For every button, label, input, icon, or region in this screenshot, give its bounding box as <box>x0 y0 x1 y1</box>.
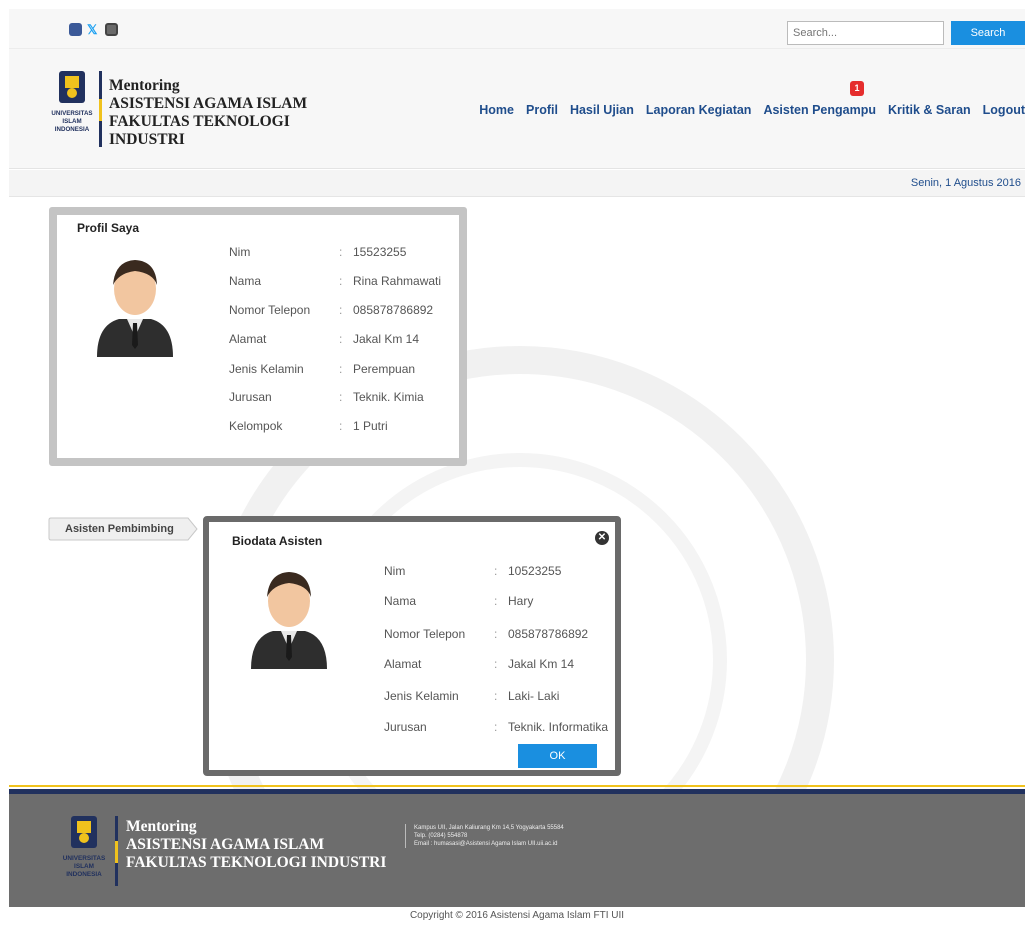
footer-brand-line-2: ASISTENSI AGAMA ISLAM <box>126 836 325 853</box>
svg-text:ISLAM: ISLAM <box>74 863 94 870</box>
asisten-tab-label: Asisten Pembimbing <box>65 523 174 535</box>
field-label: Nomor Telepon <box>229 303 311 317</box>
user-avatar <box>97 260 173 357</box>
twitter-icon[interactable]: 𝕏 <box>87 23 100 36</box>
nav-asisten-pengampu[interactable]: Asisten Pengampu <box>763 103 876 117</box>
field-value: Rina Rahmawati <box>353 274 442 288</box>
ok-button[interactable]: OK <box>518 744 597 768</box>
footer: UNIVERSITAS ISLAM INDONESIA Mentoring AS… <box>9 794 1025 907</box>
footer-university-logo[interactable]: UNIVERSITAS ISLAM INDONESIA <box>59 816 109 892</box>
nav-profil[interactable]: Profil <box>526 103 558 117</box>
field-value: 1 Putri <box>353 419 388 433</box>
asisten-pembimbing-tab[interactable]: Asisten Pembimbing <box>48 517 200 541</box>
main-nav: Home Profil Hasil Ujian Laporan Kegiatan… <box>479 103 1025 117</box>
profile-title: Profil Saya <box>77 221 140 235</box>
brand-line-3: FAKULTAS TEKNOLOGI <box>109 113 290 130</box>
field-label: Jurusan <box>384 720 427 734</box>
footer-contact: Kampus UII, Jalan Kaliurang Km 14,5 Yogy… <box>405 824 564 848</box>
nav-hasil-ujian[interactable]: Hasil Ujian <box>570 103 634 117</box>
search-input[interactable] <box>787 21 944 45</box>
brand-line-2: ASISTENSI AGAMA ISLAM <box>109 95 308 112</box>
footer-brand-line-3: FAKULTAS TEKNOLOGI INDUSTRI <box>126 854 387 871</box>
footer-email: Email : humasasi@Asistensi Agama Islam U… <box>414 841 558 847</box>
brand-title[interactable]: Mentoring ASISTENSI AGAMA ISLAM FAKULTAS… <box>109 77 307 149</box>
svg-text:ISLAM: ISLAM <box>62 118 81 125</box>
field-label: Alamat <box>384 657 422 671</box>
modal-title: Biodata Asisten <box>232 534 323 548</box>
search-button[interactable]: Search <box>951 21 1025 45</box>
close-icon[interactable]: ✕ <box>595 531 609 545</box>
footer-brand-title: Mentoring ASISTENSI AGAMA ISLAM FAKULTAS… <box>126 818 386 872</box>
university-logo[interactable]: UNIVERSITAS ISLAM INDONESIA <box>49 71 95 145</box>
social-links: 𝕏 <box>69 23 118 36</box>
field-value: Teknik. Kimia <box>353 390 424 404</box>
brand-line-4: INDUSTRI <box>109 131 185 148</box>
footer-brand-line-1: Mentoring <box>126 818 197 835</box>
field-label: Alamat <box>229 332 267 346</box>
field-value: 10523255 <box>508 564 562 578</box>
field-label: Nama <box>229 274 262 288</box>
field-label: Nim <box>229 245 251 259</box>
facebook-icon[interactable] <box>69 23 82 36</box>
field-label: Jenis Kelamin <box>384 689 459 703</box>
svg-text:INDONESIA: INDONESIA <box>55 126 90 133</box>
svg-text:UNIVERSITAS: UNIVERSITAS <box>63 855 106 862</box>
brand-divider <box>99 71 102 147</box>
field-label: Nim <box>384 564 406 578</box>
svg-text:INDONESIA: INDONESIA <box>66 871 102 878</box>
top-bar: 𝕏 Search <box>9 9 1025 49</box>
nav-home[interactable]: Home <box>479 103 514 117</box>
biodata-asisten-modal: Biodata Asisten ✕ Nim : 10523255 Nama : … <box>203 516 621 776</box>
footer-brand-divider <box>115 816 118 886</box>
copyright: Copyright © 2016 Asistensi Agama Islam F… <box>9 907 1025 925</box>
date-bar: Senin, 1 Agustus 2016 <box>9 170 1025 197</box>
current-date: Senin, 1 Agustus 2016 <box>910 177 1021 189</box>
field-value: 085878786892 <box>508 627 589 641</box>
field-label: Nomor Telepon <box>384 627 466 641</box>
field-value: Jakal Km 14 <box>353 332 420 346</box>
field-value: Jakal Km 14 <box>508 657 575 671</box>
assistant-avatar <box>251 572 327 669</box>
svg-text:UNIVERSITAS: UNIVERSITAS <box>51 110 92 117</box>
field-value: 085878786892 <box>353 303 434 317</box>
nav-laporan-kegiatan[interactable]: Laporan Kegiatan <box>646 103 752 117</box>
brand-line-1: Mentoring <box>109 77 180 94</box>
profile-card: Profil Saya Nim : 15523255 Nama : Rina R… <box>49 207 467 466</box>
field-value: Laki- Laki <box>508 689 560 703</box>
footer-address: Kampus UII, Jalan Kaliurang Km 14,5 Yogy… <box>414 825 564 831</box>
field-value: Hary <box>508 594 534 608</box>
field-label: Jurusan <box>229 390 272 404</box>
instagram-icon[interactable] <box>105 23 118 36</box>
footer-phone: Telp. (0284) 554878 <box>414 833 468 839</box>
header: UNIVERSITAS ISLAM INDONESIA Mentoring AS… <box>9 49 1025 169</box>
notification-badge[interactable]: 1 <box>850 81 864 96</box>
page: 𝕏 Search UNIVERSITAS ISLAM INDONESIA Men… <box>9 9 1025 925</box>
field-label: Kelompok <box>229 419 283 433</box>
field-label: Nama <box>384 594 417 608</box>
field-value: Perempuan <box>353 362 416 376</box>
nav-kritik-saran[interactable]: Kritik & Saran <box>888 103 971 117</box>
field-value: 15523255 <box>353 245 407 259</box>
field-label: Jenis Kelamin <box>229 362 304 376</box>
footer-divider-gold <box>9 785 1025 787</box>
field-value: Teknik. Informatika <box>508 720 609 734</box>
nav-logout[interactable]: Logout <box>983 103 1025 117</box>
